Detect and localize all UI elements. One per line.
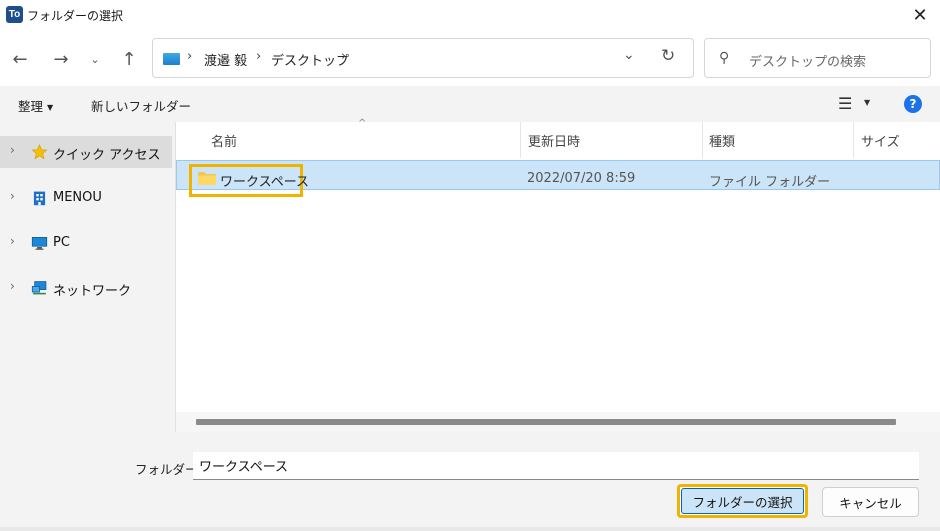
view-options-icon[interactable]: ☰ xyxy=(838,94,852,113)
column-header-modified[interactable]: 更新日時 xyxy=(521,122,702,158)
close-icon[interactable]: ✕ xyxy=(900,0,940,30)
window-title: フォルダーの選択 xyxy=(27,9,124,23)
organize-button[interactable]: 整理 ▼ xyxy=(18,96,53,115)
expand-chevron-icon[interactable]: › xyxy=(10,279,15,293)
up-arrow-icon[interactable]: ↑ xyxy=(117,47,141,71)
column-header-type[interactable]: 種類 xyxy=(703,122,853,158)
folder-icon xyxy=(198,172,216,185)
breadcrumb-desktop[interactable]: デスクトップ xyxy=(271,50,349,69)
recent-locations-chevron-icon[interactable]: ⌄ xyxy=(83,47,107,71)
expand-chevron-icon[interactable]: › xyxy=(10,234,15,248)
navigation-pane: › クイック アクセス › MENOU › PC › ネットワーク xyxy=(0,122,176,432)
sidebar-item-label: クイック アクセス xyxy=(53,148,161,163)
window-bottom-edge xyxy=(0,527,940,531)
sidebar-item-label: PC xyxy=(53,235,70,250)
search-icon: ⚲ xyxy=(719,50,730,66)
search-box[interactable]: ⚲ デスクトップの検索 xyxy=(704,38,931,78)
row-modified: 2022/07/20 8:59 xyxy=(527,171,636,186)
sidebar-item-menou[interactable]: › MENOU xyxy=(0,182,172,214)
expand-chevron-icon[interactable]: › xyxy=(10,189,15,203)
horizontal-scrollbar-thumb[interactable] xyxy=(196,419,896,425)
caret-down-icon[interactable]: ▼ xyxy=(864,98,870,107)
desktop-folder-icon xyxy=(163,53,180,65)
address-dropdown-chevron-icon[interactable]: ⌄ xyxy=(623,47,635,63)
command-toolbar: 整理 ▼ 新しいフォルダー ☰ ▼ ? xyxy=(0,86,940,122)
forward-arrow-icon[interactable]: → xyxy=(49,47,73,71)
file-list: ^ 名前 更新日時 種類 サイズ ワークスペース 2022/07/20 8:59… xyxy=(176,118,940,432)
row-type: ファイル フォルダー xyxy=(709,175,831,190)
folder-name-input[interactable] xyxy=(193,452,919,480)
sidebar-item-label: ネットワーク xyxy=(53,284,132,299)
organize-label: 整理 xyxy=(18,99,44,114)
building-icon xyxy=(33,191,46,206)
sidebar-item-label: MENOU xyxy=(53,190,102,205)
sidebar-item-quick-access[interactable]: › クイック アクセス xyxy=(0,136,172,168)
dialog-footer: フォルダー: フォルダーの選択 キャンセル xyxy=(0,432,940,531)
star-icon xyxy=(31,144,48,160)
breadcrumb-separator-icon[interactable]: › xyxy=(341,49,346,64)
expand-chevron-icon[interactable]: › xyxy=(10,143,15,157)
title-bar: To フォルダーの選択 ✕ xyxy=(0,0,940,30)
sidebar-item-pc[interactable]: › PC xyxy=(0,227,172,259)
address-bar[interactable]: › 渡邉 毅 › デスクトップ › ⌄ ↻ xyxy=(152,38,694,78)
help-icon[interactable]: ? xyxy=(904,95,922,113)
column-header-label: 種類 xyxy=(709,135,736,150)
select-folder-button-highlight: フォルダーの選択 xyxy=(677,484,808,518)
app-icon: To xyxy=(6,6,23,23)
search-placeholder[interactable]: デスクトップの検索 xyxy=(749,51,866,70)
network-icon xyxy=(31,281,47,295)
column-header-label: 名前 xyxy=(211,135,238,150)
column-header-label: サイズ xyxy=(861,135,900,150)
sidebar-item-network[interactable]: › ネットワーク xyxy=(0,272,172,304)
column-header-size[interactable]: サイズ xyxy=(854,122,940,158)
select-folder-button[interactable]: フォルダーの選択 xyxy=(681,488,804,514)
refresh-icon[interactable]: ↻ xyxy=(661,46,675,66)
column-header-name[interactable]: 名前 xyxy=(176,122,520,158)
caret-down-icon: ▼ xyxy=(47,103,54,112)
back-arrow-icon[interactable]: ← xyxy=(8,47,32,71)
column-header-label: 更新日時 xyxy=(528,135,581,150)
breadcrumb-separator-icon[interactable]: › xyxy=(256,49,261,64)
navigation-bar: ← → ⌄ ↑ › 渡邉 毅 › デスクトップ › ⌄ ↻ ⚲ デスクトップの検… xyxy=(0,30,940,86)
row-name[interactable]: ワークスペース xyxy=(220,171,309,190)
new-folder-button[interactable]: 新しいフォルダー xyxy=(91,96,191,115)
breadcrumb-separator-icon[interactable]: › xyxy=(187,49,192,64)
cancel-button[interactable]: キャンセル xyxy=(822,487,919,517)
folder-field-label: フォルダー: xyxy=(135,462,202,477)
monitor-icon xyxy=(31,237,48,250)
breadcrumb-user[interactable]: 渡邉 毅 xyxy=(204,50,247,69)
